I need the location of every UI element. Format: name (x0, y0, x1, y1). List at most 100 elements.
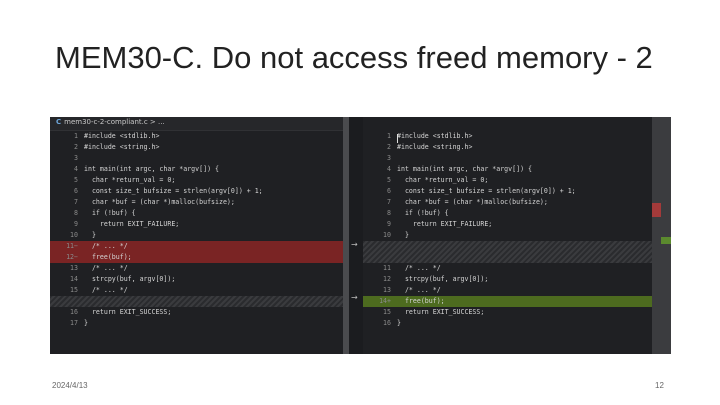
c-file-icon: C (56, 118, 62, 126)
code-line[interactable]: 9 return EXIT_FAILURE; (50, 219, 343, 230)
removed-line[interactable]: 12− free(buf); (50, 252, 343, 263)
code-line[interactable]: 13 /* ... */ (50, 263, 343, 274)
code-line[interactable]: 1 #include <stdlib.h> (50, 131, 343, 142)
code-text: #include <string.h> (397, 143, 473, 151)
revert-arrow-icon[interactable]: → (351, 293, 358, 302)
code-text: char *return_val = 0; (84, 176, 176, 184)
line-number: 15 (383, 308, 391, 316)
code-line[interactable]: 3 (50, 153, 343, 164)
code-text: strcpy(buf, argv[0]); (397, 275, 489, 283)
code-line[interactable]: 6 const size_t bufsize = strlen(argv[0])… (50, 186, 343, 197)
line-number: 9 (74, 220, 78, 228)
line-number: 7 (387, 198, 391, 206)
slide-date: 2024/4/13 (52, 381, 88, 390)
overview-ruler[interactable] (652, 117, 671, 354)
code-text: char *buf = (char *)malloc(bufsize); (84, 198, 235, 206)
line-number: 3 (387, 154, 391, 162)
code-text: const size_t bufsize = strlen(argv[0]) +… (397, 187, 576, 195)
line-number: 13 (70, 264, 78, 272)
line-number: 12− (66, 253, 78, 261)
line-number: 2 (74, 143, 78, 151)
added-marker (661, 237, 671, 244)
code-text: #include <string.h> (84, 143, 160, 151)
line-number: 16 (70, 308, 78, 316)
code-line[interactable]: 6 const size_t bufsize = strlen(argv[0])… (363, 186, 652, 197)
code-text: int main(int argc, char *argv[]) { (397, 165, 532, 173)
code-text: /* ... */ (84, 242, 128, 250)
code-line[interactable]: 4 int main(int argc, char *argv[]) { (363, 164, 652, 175)
code-line[interactable]: 10 } (363, 230, 652, 241)
code-text: strcpy(buf, argv[0]); (84, 275, 176, 283)
line-number: 11 (383, 264, 391, 272)
code-line[interactable]: 2 #include <string.h> (363, 142, 652, 153)
line-number: 12 (383, 275, 391, 283)
code-line[interactable]: 5 char *return_val = 0; (50, 175, 343, 186)
line-number: 13 (383, 286, 391, 294)
code-line[interactable]: 5 char *return_val = 0; (363, 175, 652, 186)
line-number: 11− (66, 242, 78, 250)
line-number: 4 (74, 165, 78, 173)
line-number: 4 (387, 165, 391, 173)
file-tab-label: mem30-c-2-compliant.c > ... (64, 118, 165, 126)
diff-editor: Cmem30-c-2-compliant.c > ... 1 #include <… (50, 117, 671, 354)
code-text: /* ... */ (84, 286, 128, 294)
code-line[interactable]: 2 #include <string.h> (50, 142, 343, 153)
code-text: #include <stdlib.h> (84, 132, 160, 140)
diff-gutter: → → (343, 117, 363, 354)
code-line[interactable]: 16} (363, 318, 652, 329)
code-line[interactable]: 12 strcpy(buf, argv[0]); (363, 274, 652, 285)
code-line[interactable]: 8 if (!buf) { (363, 208, 652, 219)
code-line[interactable]: 7 char *buf = (char *)malloc(bufsize); (50, 197, 343, 208)
line-number: 5 (387, 176, 391, 184)
line-number: 8 (387, 209, 391, 217)
code-text: #include <stdlib.h> (397, 132, 473, 140)
line-number: 5 (74, 176, 78, 184)
code-line[interactable]: 9 return EXIT_FAILURE; (363, 219, 652, 230)
line-number: 2 (387, 143, 391, 151)
code-line[interactable]: 16 return EXIT_SUCCESS; (50, 307, 343, 318)
code-line[interactable]: 3 (363, 153, 652, 164)
code-line[interactable]: 15 return EXIT_SUCCESS; (363, 307, 652, 318)
code-text: if (!buf) { (397, 209, 449, 217)
file-tab[interactable]: Cmem30-c-2-compliant.c > ... (56, 118, 165, 126)
code-text: int main(int argc, char *argv[]) { (84, 165, 219, 173)
code-line[interactable]: 4 int main(int argc, char *argv[]) { (50, 164, 343, 175)
line-number: 10 (70, 231, 78, 239)
line-number: 1 (74, 132, 78, 140)
code-line[interactable]: 14 strcpy(buf, argv[0]); (50, 274, 343, 285)
added-line[interactable]: 14+ free(buf); (363, 296, 652, 307)
original-pane[interactable]: Cmem30-c-2-compliant.c > ... 1 #include <… (50, 117, 343, 354)
code-text: free(buf); (397, 297, 445, 305)
modified-pane[interactable]: 1 #include <stdlib.h> 2 #include <string.h>… (363, 117, 652, 354)
code-line[interactable]: 11 /* ... */ (363, 263, 652, 274)
code-line[interactable]: 17} (50, 318, 343, 329)
diff-spacer (363, 241, 652, 263)
line-number: 16 (383, 319, 391, 327)
code-line[interactable]: 7 char *buf = (char *)malloc(bufsize); (363, 197, 652, 208)
revert-arrow-icon[interactable]: → (351, 240, 358, 249)
diff-spacer (50, 296, 343, 307)
slide-title: MEM30-C. Do not access freed memory - 2 (55, 40, 653, 75)
left-scrollbar[interactable] (343, 117, 349, 354)
code-line[interactable]: 8 if (!buf) { (50, 208, 343, 219)
code-text: return EXIT_FAILURE; (397, 220, 493, 228)
code-line[interactable]: 10 } (50, 230, 343, 241)
code-text: /* ... */ (397, 286, 441, 294)
line-number: 14 (70, 275, 78, 283)
code-text: /* ... */ (84, 264, 128, 272)
code-text: /* ... */ (397, 264, 441, 272)
code-line[interactable]: 15 /* ... */ (50, 285, 343, 296)
line-number: 3 (74, 154, 78, 162)
code-text: } (397, 231, 409, 239)
removed-line[interactable]: 11− /* ... */ (50, 241, 343, 252)
code-line[interactable]: 13 /* ... */ (363, 285, 652, 296)
code-text: } (397, 319, 401, 327)
code-line[interactable]: 1 #include <stdlib.h> (363, 131, 652, 142)
line-number: 9 (387, 220, 391, 228)
code-text: char *buf = (char *)malloc(bufsize); (397, 198, 548, 206)
line-number: 14+ (379, 297, 391, 305)
code-text: free(buf); (84, 253, 132, 261)
line-number: 1 (387, 132, 391, 140)
file-tab-bar: Cmem30-c-2-compliant.c > ... (50, 117, 343, 131)
removed-marker (652, 203, 661, 217)
